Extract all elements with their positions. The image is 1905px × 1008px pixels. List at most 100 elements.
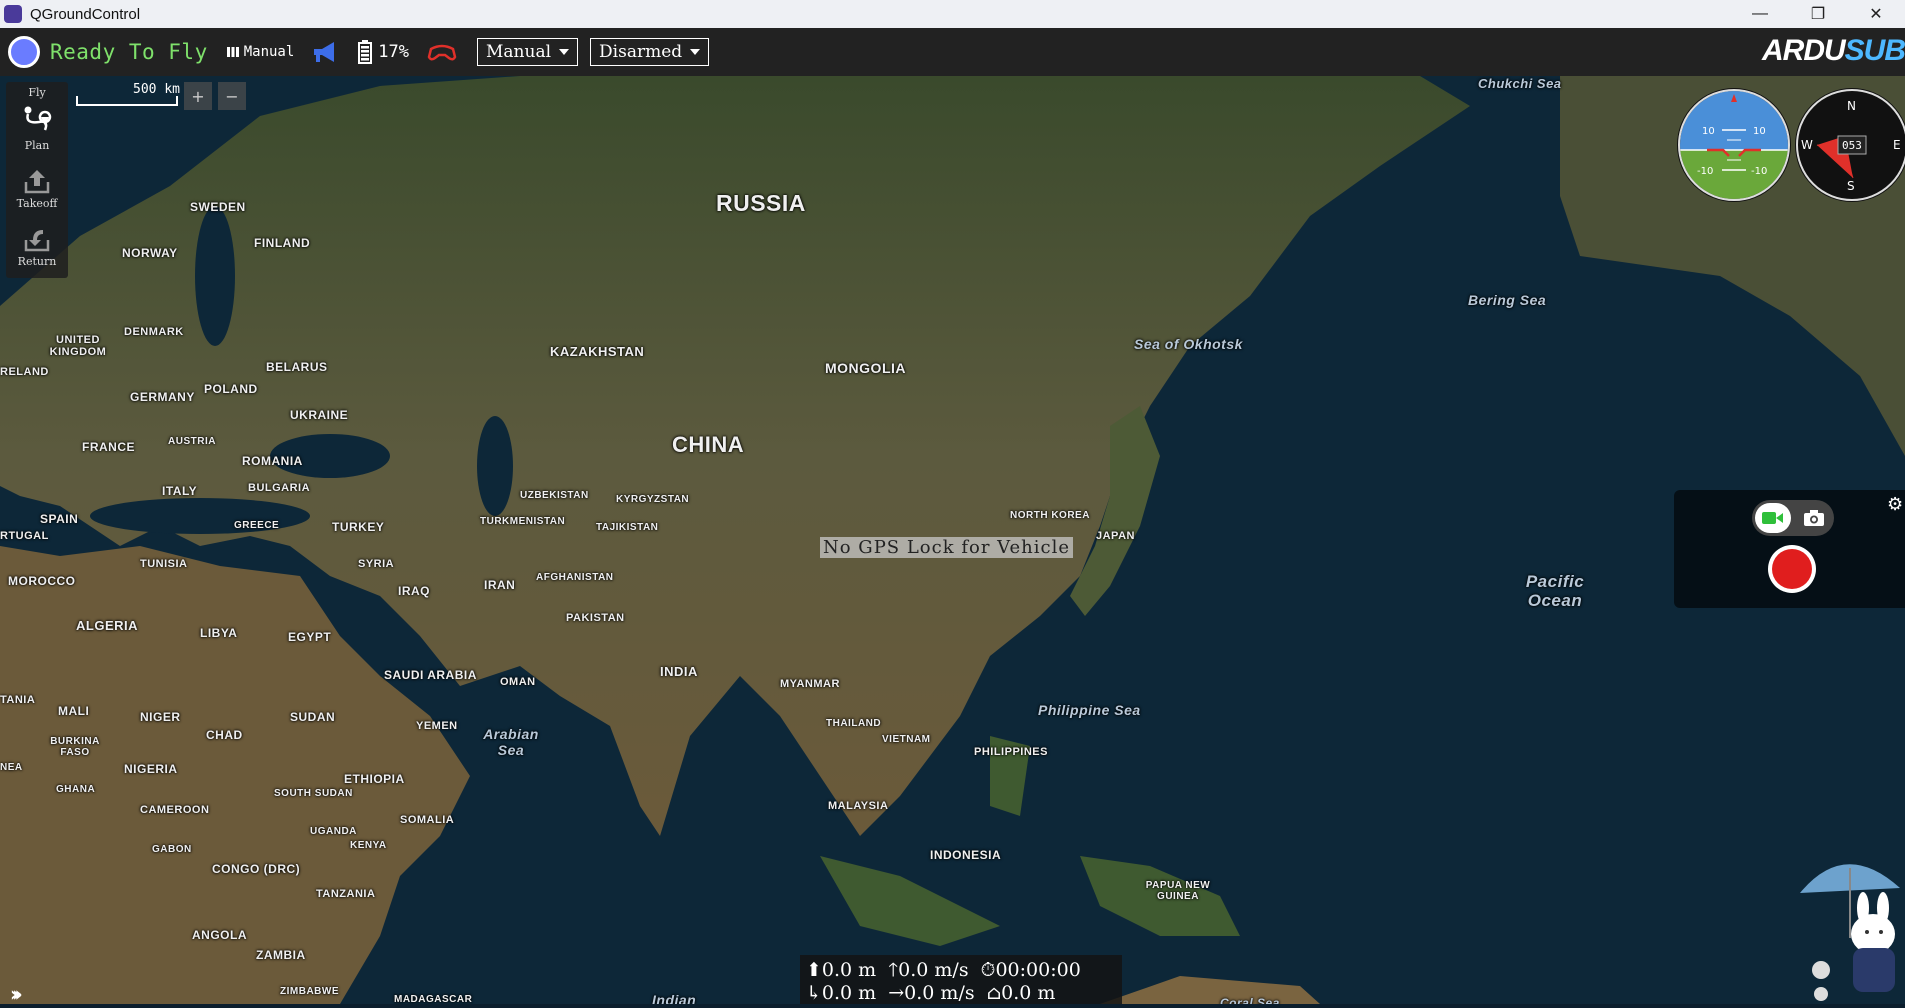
main-toolbar: Ready To Fly Manual 17% Manual Disarmed [0,28,1905,76]
compass-n: N [1847,99,1856,113]
timer-icon: ⏱ [980,959,996,981]
flight-time-value: 00:00:00 [995,959,1081,981]
map-label-germany: GERMANY [130,390,195,404]
map-label-arabian-sea: Arabian Sea [483,726,539,758]
return-icon [24,230,50,252]
record-button[interactable] [1768,545,1816,593]
rc-rssi-icon[interactable] [427,41,457,63]
map-scale: 500 km [76,82,180,110]
map-label-belarus: BELARUS [266,360,328,374]
map-label-ukraine: UKRAINE [290,408,349,422]
map-label-turkey: TURKEY [332,520,385,534]
map-label-afghanistan: AFGHANISTAN [536,572,614,583]
brand-prefix: ARDU [1761,34,1846,67]
pitch-down-left: -10 [1697,166,1713,177]
map-label-japan: JAPAN [1096,530,1135,542]
map-label-pakistan: PAKISTAN [566,612,625,624]
map-label-greece: GREECE [234,520,280,531]
takeoff-button[interactable]: Takeoff [6,168,68,210]
map-label-france: FRANCE [82,440,135,454]
expand-panel-icon[interactable]: ››› [10,982,23,1006]
map-label-ethiopia: ETHIOPIA [344,772,405,786]
takeoff-label: Takeoff [16,197,58,210]
pitch-up-right: 10 [1753,126,1766,137]
map-label-sudan: SUDAN [290,710,336,724]
map-label-finland: FINLAND [254,236,311,250]
map-label-egypt: EGYPT [288,630,332,644]
map-label-south-sudan: SOUTH SUDAN [274,788,353,799]
map-label-angola: ANGOLA [192,928,247,942]
telemetry-row-2: ↳0.0 m →0.0 m/s ⌂0.0 m [806,982,1122,1005]
map-label-guinea: NEA [0,762,23,773]
map-label-syria: SYRIA [358,558,395,570]
map-label-tajikistan: TAJIKISTAN [596,522,659,533]
flight-mode-select[interactable]: Manual [477,38,579,66]
camera-mode-toggle[interactable] [1752,500,1834,536]
chevron-down-icon [559,49,570,55]
map-scale-label: 500 km [133,82,180,97]
home-distance-icon: ⌂ [986,982,1002,1004]
return-label: Return [17,255,57,268]
return-button[interactable]: Return [6,226,68,268]
map-label-tunisia: TUNISIA [140,558,188,570]
mode-indicator[interactable]: Manual [226,44,294,60]
map-label-kenya: KENYA [350,840,387,851]
window-title: QGroundControl [30,5,141,23]
map-label-uzbekistan: UZBEKISTAN [520,490,589,501]
map-label-zimbabwe: ZIMBABWE [280,986,339,997]
camera-settings-gear-icon[interactable]: ⚙ [1887,494,1903,515]
map-label-iraq: IRAQ [398,584,430,598]
vehicle-status[interactable]: Ready To Fly [50,40,208,64]
map-label-italy: ITALY [162,484,198,498]
battery-percent: 17% [378,42,410,62]
map-label-morocco: MOROCCO [8,574,76,588]
map-label-pacific-ocean: Pacific Ocean [1525,572,1585,610]
map-label-mauritania: TANIA [0,694,36,706]
battery-indicator[interactable]: 17% [358,40,409,64]
map-label-myanmar: MYANMAR [780,678,840,690]
map-label-india: INDIA [660,664,698,679]
zoom-in-button[interactable]: + [184,82,212,110]
qgc-logo-button[interactable] [8,36,40,68]
map-label-somalia: SOMALIA [400,814,455,826]
mascot-widget[interactable] [1795,848,1905,1004]
map-label-yemen: YEMEN [416,720,458,732]
ardusub-brand-logo: ARDUSUB [1762,34,1905,68]
map-label-kazakhstan: KAZAKHSTAN [550,344,645,359]
minimize-button[interactable]: — [1731,0,1789,28]
compass-w: W [1801,138,1813,152]
plan-button[interactable]: Plan [6,104,68,152]
arm-state-value: Disarmed [599,42,683,62]
restore-button[interactable]: ❐ [1789,0,1847,28]
map-label-chad: CHAD [206,728,243,742]
messages-icon[interactable] [312,40,340,64]
video-camera-icon [1762,512,1783,524]
climb-rate-icon: 🡑 [888,959,899,981]
arm-state-select[interactable]: Disarmed [590,38,710,66]
ground-speed-icon: → [888,982,905,1004]
map-label-burkina: BURKINA FASO [50,736,100,758]
map-label-russia: RUSSIA [716,190,806,216]
map-label-philippines: PHILIPPINES [974,746,1048,758]
close-button[interactable]: ✕ [1847,0,1905,28]
pitch-down-right: -10 [1751,166,1767,177]
map-label-indonesia: INDONESIA [930,848,1002,862]
map-label-ireland: RELAND [0,366,49,378]
map-label-saudi: SAUDI ARABIA [384,668,477,682]
map-label-niger: NIGER [140,710,181,724]
compass-s: S [1847,179,1855,193]
map-label-austria: AUSTRIA [168,436,216,447]
map-label-philippine-sea: Philippine Sea [1038,702,1141,718]
zoom-out-button[interactable]: − [218,82,246,110]
map-label-oman: OMAN [500,676,536,688]
climb-rate-value: 0.0 m/s [898,959,969,981]
map-label-libya: LIBYA [200,626,238,640]
plan-icon [24,106,52,131]
photo-mode-button[interactable] [1796,503,1832,533]
video-mode-button[interactable] [1755,503,1791,533]
gps-lock-message: No GPS Lock for Vehicle [820,537,1074,558]
map-label-png: PAPUA NEW GUINEA [1145,880,1211,902]
window-controls: — ❐ ✕ [1731,0,1905,28]
map-label-madagascar: MADAGASCAR [394,994,473,1004]
flight-mode-value: Manual [486,42,552,62]
